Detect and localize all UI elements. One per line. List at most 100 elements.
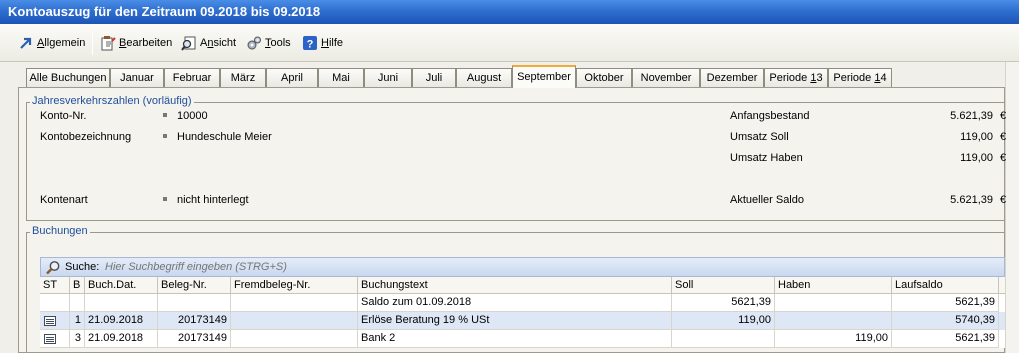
cell-b: 3 [70,330,85,348]
anfangsbestand-value: 5.621,39 [950,110,993,122]
cell-haben [775,294,892,312]
tab-september[interactable]: September [512,65,576,88]
column-header-buchungstext[interactable]: Buchungstext [358,277,672,294]
menu-label: Ansicht [200,37,237,49]
edit-icon [100,35,116,51]
search-label: Suche: [65,261,100,273]
tab-oktober[interactable]: Oktober [576,68,632,88]
cell-st [40,294,70,312]
menu-bearbeiten[interactable]: Bearbeiten [100,34,172,52]
table-header: ST B Buch.Dat. Beleg-Nr. Fremdbeleg-Nr. … [40,277,1005,294]
menu-allgemein[interactable]: Allgemein [18,34,85,52]
cell-buchungstext: Saldo zum 01.09.2018 [358,294,672,312]
help-icon: ? [302,35,318,51]
aktueller-saldo-label: Aktueller Saldo [730,194,804,206]
kontenart-value: nicht hinterlegt [177,194,249,206]
tab-januar[interactable]: Januar [110,68,164,88]
menu-label: Tools [265,37,291,49]
menu-ansicht[interactable]: Ansicht [181,34,236,52]
tab-periode-14[interactable]: Periode 14 [828,68,892,88]
cell-fremdbeleg [231,330,358,348]
bullet-icon [163,197,167,201]
bullet-icon [163,134,167,138]
cell-st [40,330,70,348]
cell-beleg: 20173149 [158,330,231,348]
cell-haben: 119,00 [775,330,892,348]
tab-juni[interactable]: Juni [364,68,412,88]
column-header-fremdbeleg-nr[interactable]: Fremdbeleg-Nr. [231,277,358,294]
tab-juli[interactable]: Juli [412,68,456,88]
menu-hilfe[interactable]: ? Hilfe [302,34,343,52]
tab-mai[interactable]: Mai [318,68,364,88]
column-header-st[interactable]: ST [40,277,70,294]
column-header-beleg-nr[interactable]: Beleg-Nr. [158,277,231,294]
cell-fremdbeleg [231,294,358,312]
cell-haben [775,312,892,330]
cell-b [70,294,85,312]
menu-label: Allgemein [37,37,86,49]
window-title: Kontoauszug für den Zeitraum 09.2018 bis… [0,0,1019,24]
table-row[interactable]: 1 21.09.2018 20173149 Erlöse Beratung 19… [40,312,1005,330]
table-row[interactable]: 3 21.09.2018 20173149 Bank 2 119,00 5621… [40,330,1005,348]
aktueller-saldo-value: 5.621,39 [950,194,993,206]
currency-label: € [1000,152,1007,164]
umsatz-haben-value: 119,00 [960,152,993,164]
konto-nr-label: Konto-Nr. [40,110,87,122]
cell-b: 1 [70,312,85,330]
cell-st [40,312,70,330]
cell-beleg: 20173149 [158,312,231,330]
kontenart-label: Kontenart [40,194,88,206]
currency-label: € [1000,131,1007,143]
cell-datum [85,294,158,312]
umsatz-soll-value: 119,00 [960,131,993,143]
right-scroll-strip [1005,62,1019,353]
column-header-haben[interactable]: Haben [775,277,892,294]
cell-laufsaldo: 5621,39 [892,294,999,312]
umsatz-haben-label: Umsatz Haben [730,152,803,164]
gears-icon [246,35,262,51]
cell-buchungstext: Erlöse Beratung 19 % USt [358,312,672,330]
document-icon [44,316,56,326]
group-label-buchungen: Buchungen [30,225,90,237]
table-row[interactable]: Saldo zum 01.09.2018 5621,39 5621,39 [40,294,1005,312]
tab-april[interactable]: April [266,68,318,88]
kontobezeichnung-value: Hundeschule Meier [177,131,272,143]
currency-label: € [1000,194,1007,206]
group-label-jahresverkehrszahlen: Jahresverkehrszahlen (vorläufig) [30,95,194,107]
kontobezeichnung-label: Kontobezeichnung [40,131,132,143]
tab-februar[interactable]: Februar [164,68,220,88]
menu-label: Bearbeiten [119,37,173,49]
column-header-buch-dat[interactable]: Buch.Dat. [85,277,158,294]
cell-laufsaldo: 5740,39 [892,312,999,330]
tab-alle-buchungen[interactable]: Alle Buchungen [26,68,110,88]
cell-buchungstext: Bank 2 [358,330,672,348]
cell-beleg [158,294,231,312]
tab-maerz[interactable]: März [220,68,266,88]
column-header-laufsaldo[interactable]: Laufsaldo [892,277,999,294]
menu-label: Hilfe [321,37,344,49]
tab-november[interactable]: November [632,68,700,88]
menu-tools[interactable]: Tools [246,34,291,52]
anfangsbestand-label: Anfangsbestand [730,110,810,122]
arrow-icon [18,35,34,51]
menu-bar: Allgemein Bearbeiten Ansicht Tools ? Hil… [0,24,1019,62]
column-header-soll[interactable]: Soll [672,277,775,294]
search-icon [45,260,61,278]
cell-soll [672,330,775,348]
cell-laufsaldo: 5621,39 [892,330,999,348]
cell-datum: 21.09.2018 [85,312,158,330]
konto-nr-value: 10000 [177,110,208,122]
tab-periode-13[interactable]: Periode 13 [764,68,828,88]
view-icon [181,35,197,51]
cell-soll: 5621,39 [672,294,775,312]
svg-text:?: ? [307,39,314,51]
umsatz-soll-label: Umsatz Soll [730,131,789,143]
column-header-b[interactable]: B [70,277,85,294]
document-icon [44,334,56,344]
search-bar: Suche: [40,257,1005,277]
cell-datum: 21.09.2018 [85,330,158,348]
tab-dezember[interactable]: Dezember [700,68,764,88]
cell-soll: 119,00 [672,312,775,330]
search-input[interactable] [105,261,405,273]
tab-august[interactable]: August [456,68,512,88]
